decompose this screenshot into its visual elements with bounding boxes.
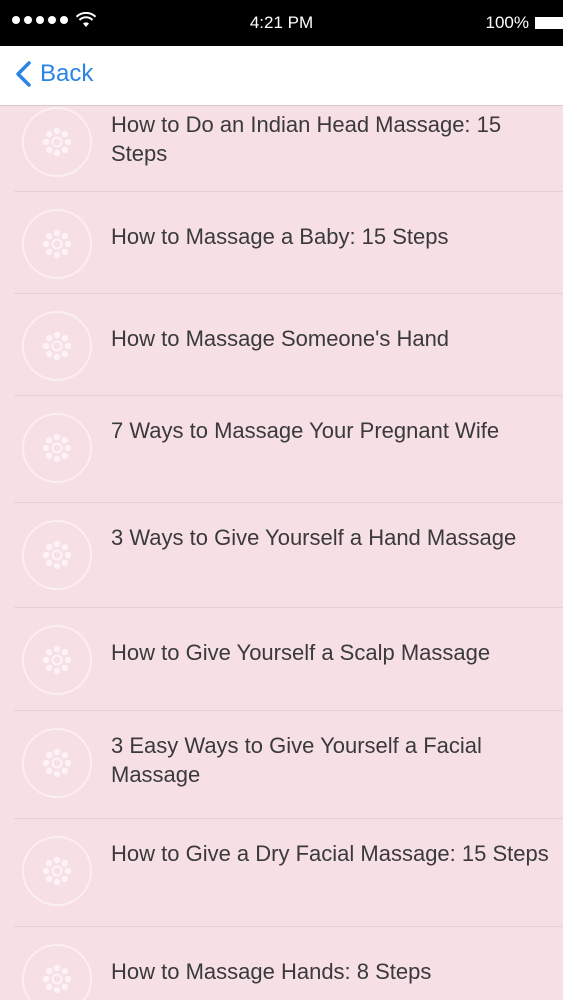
status-time: 4:21 PM xyxy=(249,13,314,32)
battery-percentage: 100% xyxy=(485,13,529,32)
article-thumbnail-icon xyxy=(22,625,92,695)
list-item[interactable]: How to Massage a Baby: 15 Steps xyxy=(14,192,563,294)
list-item-title: 3 Easy Ways to Give Yourself a Facial Ma… xyxy=(111,733,482,787)
back-button[interactable]: Back xyxy=(14,60,93,88)
list-item-title: How to Massage Hands: 8 Steps xyxy=(111,959,432,984)
list-item[interactable]: 7 Ways to Massage Your Pregnant Wife xyxy=(14,396,563,503)
article-list[interactable]: How to Do an Indian Head Massage: 15 Ste… xyxy=(0,106,563,1000)
list-item-title: 3 Ways to Give Yourself a Hand Massage xyxy=(111,525,517,550)
list-item-title: How to Give Yourself a Scalp Massage xyxy=(111,640,491,665)
back-label: Back xyxy=(40,60,94,87)
article-thumbnail-icon xyxy=(22,209,92,279)
list-item[interactable]: How to Give a Dry Facial Massage: 15 Ste… xyxy=(14,819,563,927)
status-bar: 4:21 PM 100% xyxy=(0,0,563,46)
list-item[interactable]: How to Do an Indian Head Massage: 15 Ste… xyxy=(14,106,563,192)
list-item[interactable]: 3 Ways to Give Yourself a Hand Massage xyxy=(14,503,563,608)
article-thumbnail-icon xyxy=(22,520,92,590)
article-thumbnail-icon xyxy=(22,413,92,483)
battery-icon xyxy=(535,17,563,29)
article-thumbnail-icon xyxy=(22,107,92,177)
list-item[interactable]: How to Give Yourself a Scalp Massage xyxy=(14,608,563,711)
list-item-title: How to Massage Someone's Hand xyxy=(111,326,450,351)
list-item[interactable]: 3 Easy Ways to Give Yourself a Facial Ma… xyxy=(14,711,563,819)
article-thumbnail-icon xyxy=(22,728,92,798)
article-thumbnail-icon xyxy=(22,944,92,1000)
article-thumbnail-icon xyxy=(22,836,92,906)
list-item-title: How to Give a Dry Facial Massage: 15 Ste… xyxy=(111,841,549,866)
list-item-title: 7 Ways to Massage Your Pregnant Wife xyxy=(111,418,500,443)
list-item[interactable]: How to Massage Hands: 8 Steps xyxy=(14,927,563,1000)
chevron-left-icon xyxy=(16,61,31,87)
article-thumbnail-icon xyxy=(22,311,92,381)
list-item[interactable]: How to Massage Someone's Hand xyxy=(14,294,563,396)
list-item-title: How to Massage a Baby: 15 Steps xyxy=(111,224,449,249)
navigation-bar: Back xyxy=(0,46,563,106)
list-item-title: How to Do an Indian Head Massage: 15 Ste… xyxy=(111,112,502,166)
